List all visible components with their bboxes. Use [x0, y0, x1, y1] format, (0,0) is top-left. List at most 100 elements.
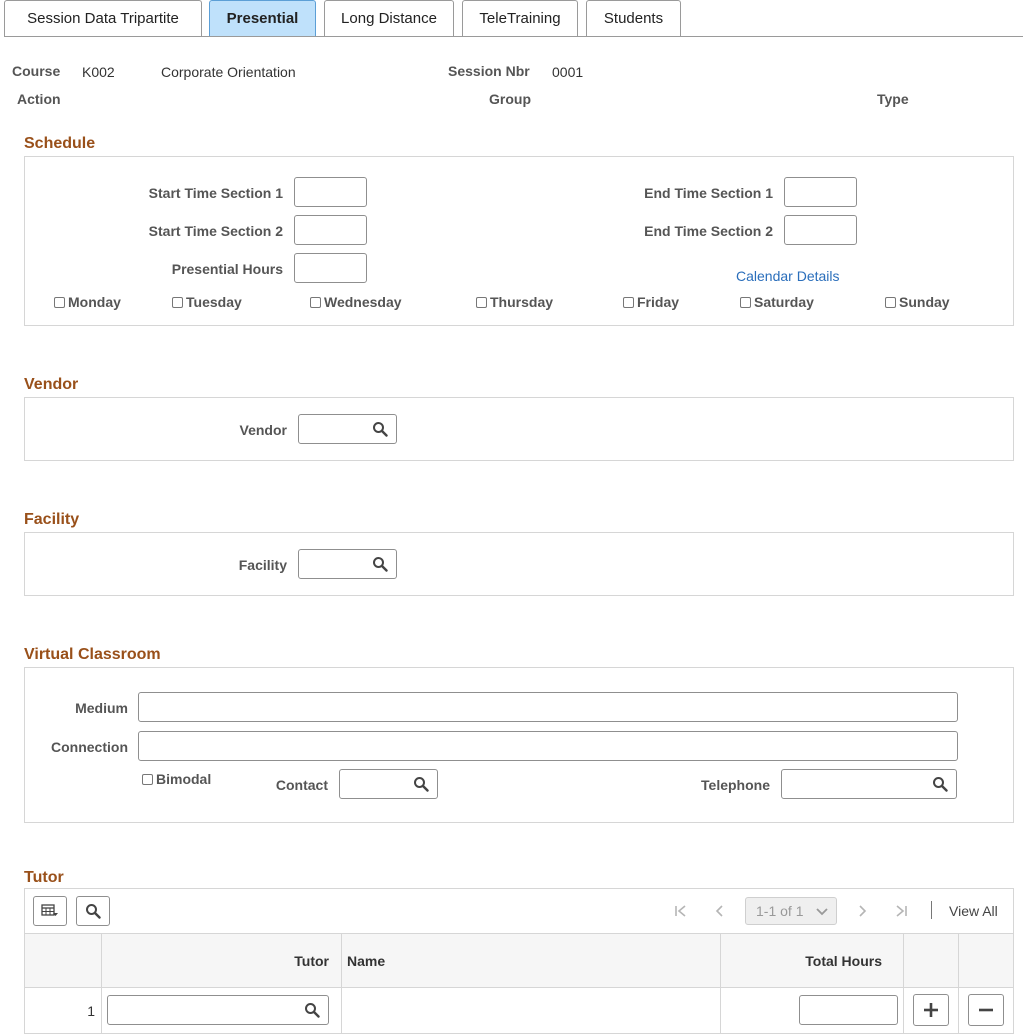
grid-settings-icon: [41, 904, 58, 916]
checkbox-box[interactable]: [740, 296, 751, 308]
medium-label: Medium: [75, 700, 128, 716]
group-label: Group: [489, 91, 531, 107]
search-icon[interactable]: [304, 1002, 320, 1018]
next-page-icon[interactable]: [855, 904, 869, 918]
tab-session-data-tripartite[interactable]: Session Data Tripartite: [4, 0, 202, 36]
monday-checkbox[interactable]: Monday: [54, 294, 121, 310]
chevron-down-icon: [816, 908, 828, 916]
checkbox-label: Bimodal: [156, 771, 212, 787]
facility-label: Facility: [238, 557, 287, 573]
medium-input[interactable]: [138, 692, 958, 722]
page-selector[interactable]: 1-1 of 1: [745, 897, 837, 925]
minus-icon: [979, 1008, 993, 1012]
vendor-input[interactable]: [298, 414, 397, 444]
contact-label: Contact: [275, 777, 328, 793]
presential-hours-input[interactable]: [294, 253, 367, 283]
thursday-checkbox[interactable]: Thursday: [476, 294, 553, 310]
search-icon[interactable]: [372, 556, 388, 572]
end-time-2-label: End Time Section 2: [644, 223, 773, 239]
facility-box: [24, 532, 1014, 596]
end-time-2-input[interactable]: [784, 215, 857, 245]
tuesday-checkbox[interactable]: Tuesday: [172, 294, 242, 310]
delete-cell: [959, 988, 1014, 1034]
total-hours-column-header: Total Hours: [721, 934, 904, 988]
connection-label: Connection: [51, 739, 128, 755]
view-all-link[interactable]: View All: [949, 903, 998, 919]
start-time-2-label: Start Time Section 2: [148, 223, 283, 239]
vendor-label: Vendor: [239, 422, 287, 438]
connection-input[interactable]: [138, 731, 958, 761]
calendar-details-link[interactable]: Calendar Details: [736, 268, 840, 284]
vendor-title: Vendor: [24, 376, 79, 393]
delete-column-header: [959, 934, 1014, 988]
column-header-label: Total Hours: [805, 952, 882, 969]
tutor-title: Tutor: [24, 869, 64, 886]
column-header-label: Tutor: [294, 952, 329, 969]
tab-teletraining[interactable]: TeleTraining: [462, 0, 578, 36]
pager-divider: [931, 901, 932, 919]
tutor-input[interactable]: [107, 995, 329, 1025]
last-page-icon[interactable]: [894, 904, 908, 918]
tab-long-distance[interactable]: Long Distance: [324, 0, 454, 36]
add-cell: [904, 988, 959, 1034]
add-column-header: [904, 934, 959, 988]
previous-page-icon[interactable]: [713, 904, 727, 918]
presential-hours-label: Presential Hours: [171, 261, 283, 277]
add-row-button[interactable]: [913, 994, 949, 1026]
column-header-label: Name: [347, 952, 386, 969]
find-in-grid-button[interactable]: [76, 896, 110, 926]
plus-icon: [924, 1003, 938, 1017]
start-time-1-input[interactable]: [294, 177, 367, 207]
tab-label: Long Distance: [341, 10, 437, 27]
virtual-classroom-title: Virtual Classroom: [24, 646, 161, 663]
wednesday-checkbox[interactable]: Wednesday: [310, 294, 402, 310]
total-hours-input[interactable]: [799, 995, 898, 1025]
tab-label: Session Data Tripartite: [27, 10, 179, 27]
friday-checkbox[interactable]: Friday: [623, 294, 679, 310]
checkbox-label: Wednesday: [324, 294, 402, 310]
checkbox-box[interactable]: [476, 296, 487, 308]
sunday-checkbox[interactable]: Sunday: [885, 294, 950, 310]
session-nbr-value: 0001: [552, 64, 584, 80]
bimodal-checkbox[interactable]: Bimodal: [142, 771, 211, 787]
type-label: Type: [877, 91, 909, 107]
checkbox-box[interactable]: [623, 296, 634, 308]
contact-input[interactable]: [339, 769, 438, 799]
course-code: K002: [82, 64, 115, 80]
saturday-checkbox[interactable]: Saturday: [740, 294, 814, 310]
search-icon[interactable]: [372, 421, 388, 437]
checkbox-label: Thursday: [490, 294, 554, 310]
facility-title: Facility: [24, 511, 80, 528]
tab-students[interactable]: Students: [586, 0, 681, 36]
start-time-2-input[interactable]: [294, 215, 367, 245]
checkbox-box[interactable]: [142, 773, 153, 785]
personalize-grid-button[interactable]: [33, 896, 67, 926]
facility-input[interactable]: [298, 549, 397, 579]
row-number-header: [24, 934, 102, 988]
name-column-header: Name: [342, 934, 721, 988]
telephone-input[interactable]: [781, 769, 957, 799]
delete-row-button[interactable]: [968, 994, 1004, 1026]
checkbox-label: Tuesday: [186, 294, 242, 310]
telephone-label: Telephone: [701, 777, 770, 793]
first-page-icon[interactable]: [674, 904, 688, 918]
tutor-column-header: Tutor: [102, 934, 342, 988]
checkbox-label: Saturday: [754, 294, 814, 310]
search-icon[interactable]: [413, 776, 429, 792]
course-name: Corporate Orientation: [161, 64, 296, 80]
tab-label: Students: [603, 10, 664, 27]
tutor-cell: [102, 988, 342, 1034]
tab-presential[interactable]: Presential: [209, 0, 316, 36]
total-hours-cell: [721, 988, 904, 1034]
checkbox-box[interactable]: [310, 296, 321, 308]
checkbox-box[interactable]: [885, 296, 896, 308]
checkbox-box[interactable]: [172, 296, 183, 308]
checkbox-box[interactable]: [54, 296, 65, 308]
vendor-box: [24, 397, 1014, 461]
action-label: Action: [17, 91, 61, 107]
search-icon[interactable]: [932, 776, 948, 792]
start-time-1-label: Start Time Section 1: [148, 185, 283, 201]
checkbox-label: Friday: [637, 294, 680, 310]
end-time-1-input[interactable]: [784, 177, 857, 207]
schedule-title: Schedule: [24, 135, 96, 152]
